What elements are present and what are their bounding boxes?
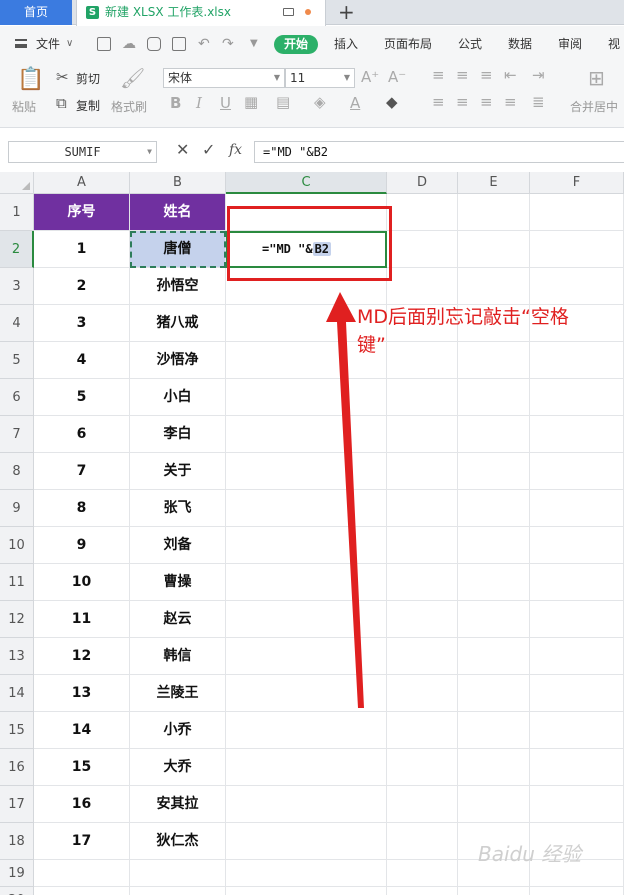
arrow-annotation [326,292,364,708]
annotation-note: MD后面别忘记敲击“空格键” [357,306,569,356]
baidu-watermark: Baidu 经验 [478,842,582,866]
